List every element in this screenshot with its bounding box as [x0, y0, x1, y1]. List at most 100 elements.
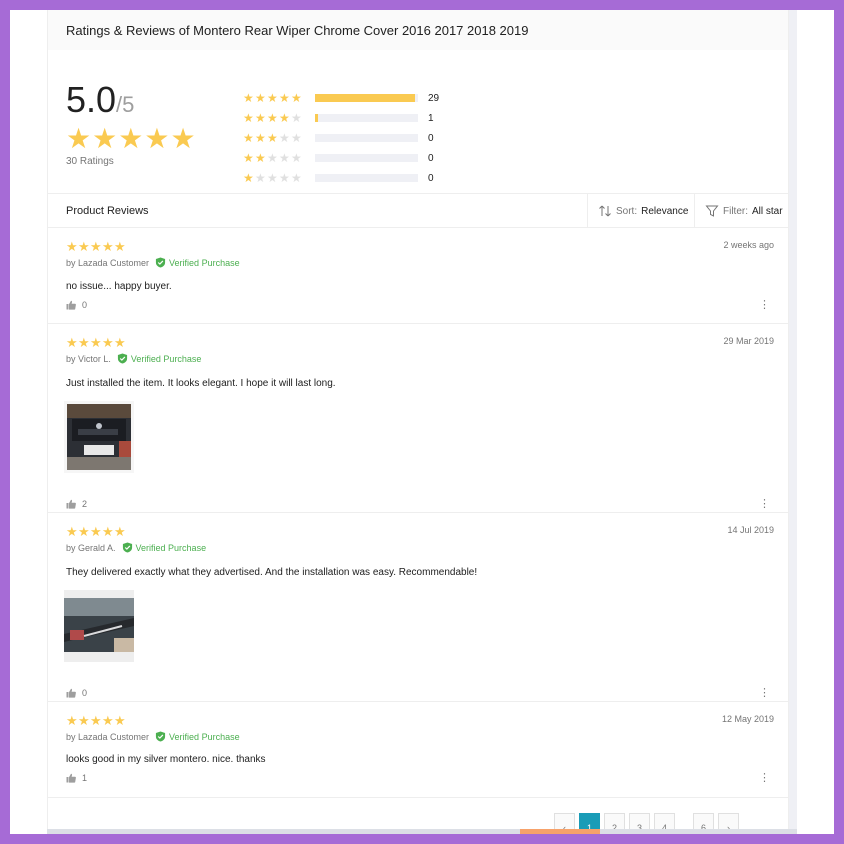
review-photo[interactable] [64, 590, 134, 662]
star-icon: ★ [114, 713, 126, 728]
distribution-bar-fill [315, 94, 415, 102]
average-score: 5.0/5 [66, 80, 134, 125]
thumbs-up-icon [66, 499, 76, 509]
sort-dropdown[interactable]: Sort: Relevance [587, 194, 694, 228]
review-stars: ★ ★ ★ ★ ★ [66, 714, 126, 727]
verified-badge: Verified Purchase [155, 731, 240, 742]
row-stars: ★ ★ ★ ★ ★ [243, 132, 315, 144]
review-photo[interactable] [64, 401, 134, 473]
verified-text: Verified Purchase [169, 731, 240, 742]
verified-text: Verified Purchase [135, 542, 207, 553]
row-stars: ★ ★ ★ ★ ★ [243, 152, 315, 164]
like-button[interactable]: 2 [66, 499, 87, 509]
review-text: no issue... happy buyer. [66, 281, 172, 292]
like-count: 2 [82, 499, 88, 509]
star-icon: ★ [255, 111, 266, 125]
star-outline-icon: ★ [255, 171, 266, 185]
verified-text: Verified Purchase [169, 257, 240, 268]
like-button[interactable]: 1 [66, 773, 87, 783]
star-outline-icon: ★ [291, 151, 302, 165]
verified-text: Verified Purchase [130, 353, 202, 364]
star-icon: ★ [102, 524, 114, 539]
star-icon: ★ [114, 239, 126, 254]
star-icon: ★ [66, 123, 92, 154]
review-item: ★ ★ ★ ★ ★ 14 Jul 2019 by Gerald A. Verified … [48, 513, 788, 702]
more-options-icon[interactable]: ⋮ [759, 688, 770, 699]
review-author-line: by Lazada Customer Verified Purchase [66, 731, 240, 742]
distribution-bar [315, 134, 418, 142]
like-button[interactable]: 0 [66, 688, 87, 698]
star-icon: ★ [66, 713, 78, 728]
review-author: by Lazada Customer [66, 731, 150, 742]
verified-badge: Verified Purchase [117, 353, 202, 364]
reviews-header: Ratings & Reviews of Montero Rear Wiper … [48, 10, 788, 50]
review-author: by Gerald A. [66, 542, 116, 553]
star-outline-icon: ★ [267, 171, 278, 185]
star-outline-icon: ★ [291, 131, 302, 145]
distribution-row-4[interactable]: ★ ★ ★ ★ ★ 1 [243, 108, 439, 128]
review-author-line: by Lazada Customer Verified Purchase [66, 257, 240, 268]
filter-dropdown[interactable]: Filter: All star [694, 194, 788, 228]
review-text: They delivered exactly what they adverti… [66, 567, 478, 578]
review-stars: ★ ★ ★ ★ ★ [66, 240, 126, 253]
thumbs-up-icon [66, 688, 76, 698]
star-outline-icon: ★ [291, 111, 302, 125]
star-icon: ★ [243, 111, 254, 125]
distribution-bar [315, 174, 418, 182]
average-stars: ★ ★ ★ ★ ★ [66, 125, 196, 153]
star-icon: ★ [255, 151, 266, 165]
review-item: ★ ★ ★ ★ ★ 2 weeks ago by Lazada Customer Ver… [48, 228, 788, 324]
star-icon: ★ [279, 111, 290, 125]
filter-icon [705, 205, 719, 217]
review-filter-bar: Product Reviews Sort: Relevance Filter: … [48, 194, 788, 228]
star-icon: ★ [78, 335, 90, 350]
scroll-thumb[interactable] [520, 829, 600, 834]
star-icon: ★ [243, 131, 254, 145]
distribution-count: 0 [428, 172, 434, 184]
star-icon: ★ [114, 335, 126, 350]
review-author-line: by Gerald A. Verified Purchase [66, 542, 206, 553]
star-icon: ★ [90, 335, 102, 350]
star-icon: ★ [243, 151, 254, 165]
distribution-bar-fill [315, 114, 319, 122]
shield-check-icon [155, 257, 166, 268]
rating-summary: 5.0/5 ★ ★ ★ ★ ★ 30 Ratings ★★★★★ 29 [48, 50, 788, 194]
reviews-panel: Ratings & Reviews of Montero Rear Wiper … [47, 10, 789, 834]
star-icon: ★ [92, 123, 118, 154]
star-icon: ★ [255, 131, 266, 145]
like-button[interactable]: 0 [66, 300, 87, 310]
distribution-row-3[interactable]: ★ ★ ★ ★ ★ 0 [243, 128, 439, 148]
star-icon: ★ [255, 91, 266, 105]
rating-distribution: ★ ★ ★ ★ ★ 29 ★ ★ ★ ★ ★ 1 ★ ★ ★ ★ ★ 0 ★ ★… [243, 88, 439, 188]
product-reviews-label: Product Reviews [66, 205, 149, 217]
star-icon: ★ [102, 239, 114, 254]
review-text: Just installed the item. It looks elegan… [66, 378, 336, 389]
star-icon: ★ [78, 239, 90, 254]
distribution-row-1[interactable]: ★ ★ ★ ★ ★ 0 [243, 168, 439, 188]
row-stars: ★ ★ ★ ★ ★ [243, 92, 315, 104]
ratings-count: 30 Ratings [66, 156, 114, 167]
distribution-bar [315, 114, 418, 122]
distribution-bar [315, 154, 418, 162]
review-date: 2 weeks ago [723, 240, 774, 250]
more-options-icon[interactable]: ⋮ [759, 773, 770, 784]
distribution-row-5[interactable]: ★ ★ ★ ★ ★ 29 [243, 88, 439, 108]
review-stars: ★ ★ ★ ★ ★ [66, 336, 126, 349]
distribution-row-2[interactable]: ★ ★ ★ ★ ★ 0 [243, 148, 439, 168]
page-frame: Ratings & Reviews of Montero Rear Wiper … [10, 10, 834, 834]
more-options-icon[interactable]: ⋮ [759, 300, 770, 311]
star-icon: ★ [114, 524, 126, 539]
star-icon: ★ [66, 335, 78, 350]
score-value: 5.0 [66, 79, 117, 120]
star-icon: ★ [90, 713, 102, 728]
star-icon: ★ [267, 91, 278, 105]
filter-value: All star [752, 205, 783, 217]
star-outline-icon: ★ [279, 131, 290, 145]
filter-label: Filter: [723, 205, 748, 217]
star-icon: ★ [66, 239, 78, 254]
star-icon: ★ [267, 111, 278, 125]
review-text: looks good in my silver montero. nice. t… [66, 754, 266, 765]
star-outline-icon: ★ [291, 171, 302, 185]
like-count: 0 [82, 688, 88, 698]
more-options-icon[interactable]: ⋮ [759, 499, 770, 510]
